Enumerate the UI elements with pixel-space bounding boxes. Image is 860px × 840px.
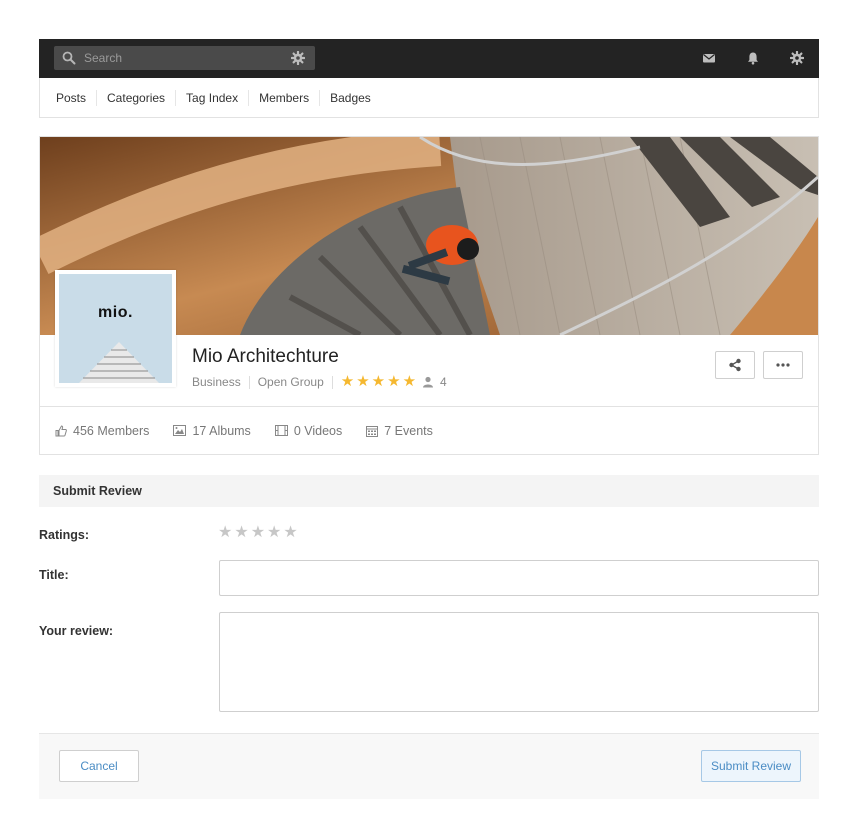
search-input[interactable] [84, 46, 284, 70]
image-icon [173, 425, 187, 436]
group-privacy: Open Group [257, 375, 324, 389]
bell-icon[interactable] [746, 51, 760, 65]
ratings-label: Ratings: [39, 528, 89, 542]
group-name: Mio Architechture [192, 346, 339, 367]
group-meta: Business Open Group ★ ★ ★ ★ ★ 4 [192, 373, 447, 390]
form-footer: Cancel Submit Review [39, 733, 819, 799]
star-icon: ★ [371, 373, 386, 390]
group-stats: 456 Members 17 Albums 0 Videos 7 Events [40, 406, 818, 454]
thumbs-up-icon [55, 424, 67, 436]
group-rating: ★ ★ ★ ★ ★ [340, 373, 417, 390]
stat-label: 7 Events [384, 423, 433, 438]
cancel-button[interactable]: Cancel [59, 750, 139, 782]
title-input[interactable] [219, 560, 819, 596]
nav-item-badges[interactable]: Badges [319, 89, 381, 106]
stat-label: 17 Albums [192, 423, 251, 438]
share-button[interactable] [715, 351, 755, 379]
stat-events[interactable]: 7 Events [366, 424, 433, 438]
group-category[interactable]: Business [192, 375, 241, 389]
star-icon: ★ [356, 373, 370, 390]
star-icon[interactable]: ★ [218, 525, 232, 541]
ellipsis-icon [776, 363, 790, 367]
nav-item-members[interactable]: Members [248, 89, 319, 106]
review-textarea[interactable] [219, 612, 819, 712]
envelope-icon[interactable] [702, 51, 716, 65]
star-icon[interactable]: ★ [283, 525, 297, 541]
stat-label: 0 Videos [293, 423, 343, 438]
building-image [79, 342, 159, 383]
reviewer-count: 4 [440, 375, 447, 389]
star-icon[interactable]: ★ [234, 525, 248, 541]
star-icon[interactable]: ★ [267, 525, 281, 541]
divider [331, 375, 333, 389]
stat-members[interactable]: 456 Members [55, 424, 149, 438]
share-icon [729, 358, 741, 372]
review-label: Your review: [39, 624, 114, 638]
gear-icon[interactable] [291, 51, 305, 65]
star-icon: ★ [387, 373, 401, 390]
group-card: mio. Mio Architechture Business Open Gro… [39, 136, 819, 455]
main-nav: Posts Categories Tag Index Members Badge… [39, 78, 819, 118]
nav-item-categories[interactable]: Categories [96, 89, 175, 106]
more-options-button[interactable] [763, 351, 803, 379]
user-icon [423, 376, 434, 388]
title-label: Title: [39, 568, 69, 582]
top-bar [39, 39, 819, 78]
film-icon [274, 425, 288, 436]
group-avatar[interactable]: mio. [55, 270, 176, 387]
avatar-image: mio. [59, 274, 172, 383]
star-icon: ★ [402, 373, 417, 390]
nav-item-tag-index[interactable]: Tag Index [175, 89, 248, 106]
search-box[interactable] [54, 46, 315, 70]
nav-item-posts[interactable]: Posts [46, 90, 96, 106]
rating-input[interactable]: ★ ★ ★ ★ ★ [218, 525, 298, 541]
stat-albums[interactable]: 17 Albums [173, 423, 251, 438]
gear-icon[interactable] [790, 51, 804, 65]
search-icon [62, 51, 76, 65]
review-section-heading: Submit Review [39, 475, 819, 507]
star-icon: ★ [340, 373, 355, 390]
stat-label: 456 Members [73, 423, 150, 438]
stat-videos[interactable]: 0 Videos [274, 423, 343, 438]
submit-review-button[interactable]: Submit Review [701, 750, 801, 782]
calendar-icon [366, 425, 379, 437]
star-icon[interactable]: ★ [251, 525, 265, 541]
divider [248, 375, 250, 389]
